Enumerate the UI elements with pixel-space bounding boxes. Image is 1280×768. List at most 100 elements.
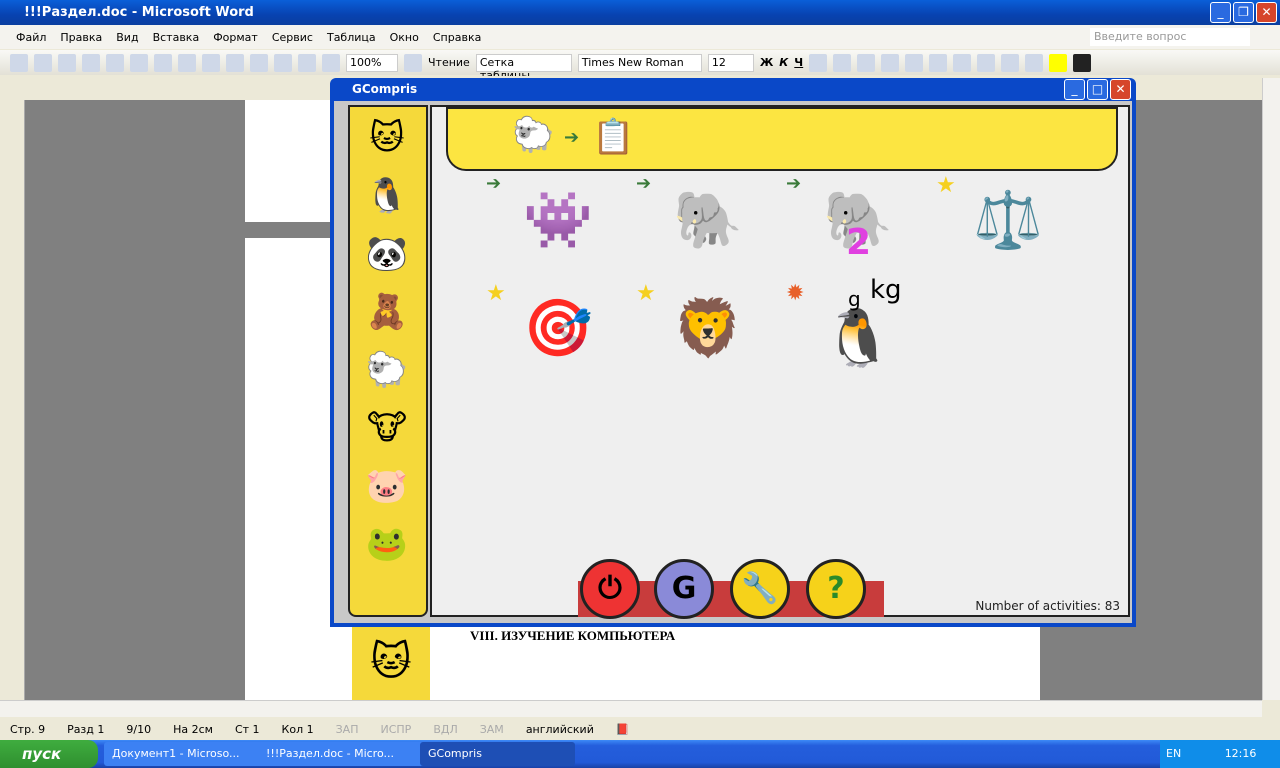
justify-icon[interactable] bbox=[881, 53, 900, 72]
star-icon: ★ bbox=[636, 281, 656, 306]
computer-category-icon[interactable]: 🐱 bbox=[362, 113, 412, 163]
borders-icon[interactable] bbox=[1025, 53, 1044, 72]
help-icon[interactable] bbox=[404, 53, 422, 72]
permission-icon[interactable] bbox=[82, 53, 100, 72]
config-button[interactable]: 🔧 bbox=[730, 559, 790, 619]
line-spacing-icon[interactable] bbox=[905, 53, 924, 72]
research-icon[interactable] bbox=[202, 53, 220, 72]
status-at: На 2см bbox=[173, 722, 213, 736]
taskbar: пуск Документ1 - Microso... !!!Раздел.do… bbox=[0, 740, 1280, 768]
help-button[interactable]: ? bbox=[806, 559, 866, 619]
italic-button[interactable]: К bbox=[779, 56, 788, 69]
hyperlink-icon[interactable] bbox=[298, 53, 316, 72]
menu-window[interactable]: Окно bbox=[390, 31, 419, 44]
task-gcompris[interactable]: GCompris bbox=[420, 742, 575, 766]
close-button[interactable]: ✕ bbox=[1256, 2, 1277, 23]
undo-icon[interactable] bbox=[274, 53, 292, 72]
numbering-icon[interactable] bbox=[929, 53, 948, 72]
reading-button[interactable]: Чтение bbox=[428, 56, 470, 69]
activity-elephant-operations-2[interactable]: 🐘 2 bbox=[810, 173, 906, 269]
doc-heading: VIII. ИЗУЧЕНИЕ КОМПЬЮТЕРА bbox=[470, 628, 676, 643]
gcompris-window: GCompris _ □ ✕ 🐱 🐧 🐼 🧸 🐑 🐮 🐷 🐸 🐑 ➔ 📋 ➔ 👾… bbox=[330, 78, 1136, 627]
size-select[interactable]: 12 bbox=[707, 53, 754, 72]
spelling-icon[interactable] bbox=[178, 53, 196, 72]
language-indicator[interactable]: EN bbox=[1166, 747, 1181, 760]
horizontal-scrollbar[interactable] bbox=[0, 700, 1262, 717]
save-icon[interactable] bbox=[58, 53, 76, 72]
bold-button[interactable]: Ж bbox=[760, 56, 773, 69]
about-button[interactable]: G bbox=[654, 559, 714, 619]
bullets-icon[interactable] bbox=[953, 53, 972, 72]
status-trk[interactable]: ИСПР bbox=[380, 723, 411, 736]
underline-button[interactable]: Ч bbox=[794, 56, 803, 69]
menu-file[interactable]: Файл bbox=[16, 31, 46, 44]
math-category-icon[interactable]: 🐑 bbox=[362, 345, 412, 395]
arrow-icon: ➔ bbox=[486, 173, 502, 194]
print-icon[interactable] bbox=[130, 53, 148, 72]
menu-insert[interactable]: Вставка bbox=[153, 31, 200, 44]
status-rec[interactable]: ЗАП bbox=[336, 723, 359, 736]
unit-g: g bbox=[848, 287, 861, 311]
menu-format[interactable]: Формат bbox=[213, 31, 258, 44]
activity-elephant-operations[interactable]: 🐘 bbox=[660, 173, 756, 269]
menu-table[interactable]: Таблица bbox=[327, 31, 376, 44]
gcompris-close-button[interactable]: ✕ bbox=[1110, 79, 1131, 100]
activity-area: 🐑 ➔ 📋 ➔ 👾 ➔ 🐘 ➔ 🐘 2 ★ ⚖️ ★ 🎯 ★ 🦁 ✹ 🐧 g kg… bbox=[430, 105, 1130, 619]
align-center-icon[interactable] bbox=[833, 53, 852, 72]
font-select[interactable]: Times New Roman bbox=[577, 53, 702, 72]
exit-button[interactable]: ⏻ bbox=[580, 559, 640, 619]
gcompris-minimize-button[interactable]: _ bbox=[1064, 79, 1085, 100]
menu-help[interactable]: Справка bbox=[433, 31, 481, 44]
email-icon[interactable] bbox=[106, 53, 124, 72]
font-color-icon[interactable] bbox=[1073, 53, 1092, 72]
paste-icon[interactable] bbox=[250, 53, 268, 72]
decrease-indent-icon[interactable] bbox=[977, 53, 996, 72]
status-col: Кол 1 bbox=[281, 722, 314, 736]
menu-tools[interactable]: Сервис bbox=[272, 31, 313, 44]
restore-button[interactable]: ❐ bbox=[1233, 2, 1254, 23]
star-icon: ✹ bbox=[786, 281, 805, 306]
vertical-scrollbar[interactable] bbox=[1262, 78, 1280, 700]
status-page: Стр. 9 bbox=[10, 722, 46, 736]
new-icon[interactable] bbox=[10, 53, 28, 72]
align-left-icon[interactable] bbox=[809, 53, 828, 72]
status-language: английский bbox=[525, 722, 594, 736]
highlight-icon[interactable] bbox=[1049, 53, 1068, 72]
word-title-bar: !!!Раздел.doc - Microsoft Word bbox=[0, 0, 1280, 25]
activity-lion-operations[interactable]: 🦁 bbox=[660, 281, 756, 377]
increase-indent-icon[interactable] bbox=[1001, 53, 1020, 72]
status-ext[interactable]: ВДЛ bbox=[433, 723, 457, 736]
category-sidebar: 🐱 🐧 🐼 🧸 🐑 🐮 🐷 🐸 bbox=[348, 105, 428, 617]
activity-count: Number of activities: 83 bbox=[975, 599, 1120, 613]
style-select[interactable]: Сетка таблицы bbox=[475, 53, 572, 82]
gcompris-maximize-button[interactable]: □ bbox=[1087, 79, 1108, 100]
unit-kg: kg bbox=[870, 275, 902, 305]
minimize-button[interactable]: _ bbox=[1210, 2, 1231, 23]
discovery-category-icon[interactable]: 🐼 bbox=[362, 229, 412, 279]
window-title: !!!Раздел.doc - Microsoft Word bbox=[24, 5, 254, 20]
ask-question-input[interactable]: Введите вопрос bbox=[1090, 28, 1250, 46]
open-icon[interactable] bbox=[34, 53, 52, 72]
preview-icon[interactable] bbox=[154, 53, 172, 72]
fun-category-icon[interactable]: 🧸 bbox=[362, 287, 412, 337]
align-right-icon[interactable] bbox=[857, 53, 876, 72]
status-line: Ст 1 bbox=[234, 722, 260, 736]
strategy-category-icon[interactable]: 🐸 bbox=[362, 519, 412, 569]
science-category-icon[interactable]: 🐷 bbox=[362, 461, 412, 511]
activity-balance-scale[interactable]: ⚖️ bbox=[960, 173, 1056, 269]
table-icon[interactable] bbox=[322, 53, 340, 72]
copy-icon[interactable] bbox=[226, 53, 244, 72]
activity-target[interactable]: 🎯 bbox=[510, 281, 606, 377]
zoom-select[interactable]: 100% bbox=[346, 53, 398, 72]
math-breadcrumb-icon[interactable]: 🐑 bbox=[512, 115, 554, 155]
star-icon: ★ bbox=[486, 281, 506, 306]
gcompris-title: GCompris bbox=[352, 82, 418, 96]
status-ovr[interactable]: ЗАМ bbox=[480, 723, 504, 736]
puzzles-category-icon[interactable]: 🐧 bbox=[362, 171, 412, 221]
activity-monster-infinity[interactable]: 👾 bbox=[510, 173, 606, 269]
menu-view[interactable]: Вид bbox=[116, 31, 138, 44]
numeration-breadcrumb-icon[interactable]: 📋 bbox=[592, 117, 634, 157]
menu-edit[interactable]: Правка bbox=[60, 31, 102, 44]
start-button[interactable]: пуск bbox=[0, 740, 98, 768]
reading-category-icon[interactable]: 🐮 bbox=[362, 403, 412, 453]
